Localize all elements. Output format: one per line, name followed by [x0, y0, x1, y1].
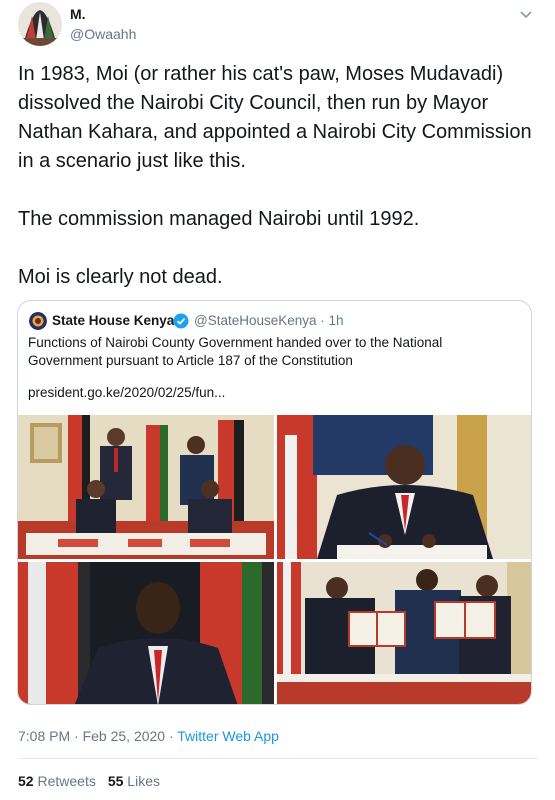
source-app-link[interactable]: Twitter Web App	[177, 728, 279, 744]
photo-2[interactable]	[277, 415, 531, 559]
verified-badge-icon	[173, 313, 189, 329]
quoted-author-name[interactable]: State House Kenya	[52, 313, 174, 328]
photo-4[interactable]	[277, 562, 531, 704]
quoted-tweet[interactable]: State House Kenya @StateHouseKenya · 1h …	[17, 300, 532, 705]
quoted-author-avatar	[29, 312, 47, 330]
likes-label: Likes	[127, 773, 160, 789]
tweet-stats: 52 Retweets 55 Likes	[18, 773, 160, 789]
tweet-text: In 1983, Moi (or rather his cat's paw, M…	[18, 60, 538, 292]
retweets-count: 52	[18, 773, 34, 789]
author-display-name[interactable]: M.	[70, 6, 86, 22]
photo-1[interactable]	[18, 415, 274, 559]
chevron-down-icon[interactable]	[518, 6, 534, 22]
tweet-paragraph-3: Moi is clearly not dead.	[18, 266, 223, 288]
likes-stat[interactable]: 55 Likes	[108, 773, 160, 789]
tweet-paragraph-2: The commission managed Nairobi until 199…	[18, 208, 420, 230]
photo-3[interactable]	[18, 562, 274, 704]
likes-count: 55	[107, 773, 124, 789]
quoted-author-handle[interactable]: @StateHouseKenya · 1h	[194, 313, 344, 328]
tweet-card: M. @Owaahh In 1983, Moi (or rather his c…	[0, 0, 555, 800]
retweets-label: Retweets	[37, 773, 96, 789]
author-avatar[interactable]	[18, 2, 62, 46]
quoted-tweet-text: Functions of Nairobi County Government h…	[28, 335, 443, 368]
author-handle[interactable]: @Owaahh	[70, 26, 136, 42]
quoted-tweet-link[interactable]: president.go.ke/2020/02/25/fun...	[28, 385, 225, 400]
tweet-paragraph-1: In 1983, Moi (or rather his cat's paw, M…	[18, 63, 532, 172]
divider	[18, 758, 538, 759]
photo-grid	[18, 415, 531, 704]
retweets-stat[interactable]: 52 Retweets	[18, 773, 96, 789]
tweet-timestamp: 7:08 PM · Feb 25, 2020 · Twitter Web App	[18, 728, 279, 744]
tweet-time[interactable]: 7:08 PM · Feb 25, 2020 ·	[18, 728, 177, 744]
